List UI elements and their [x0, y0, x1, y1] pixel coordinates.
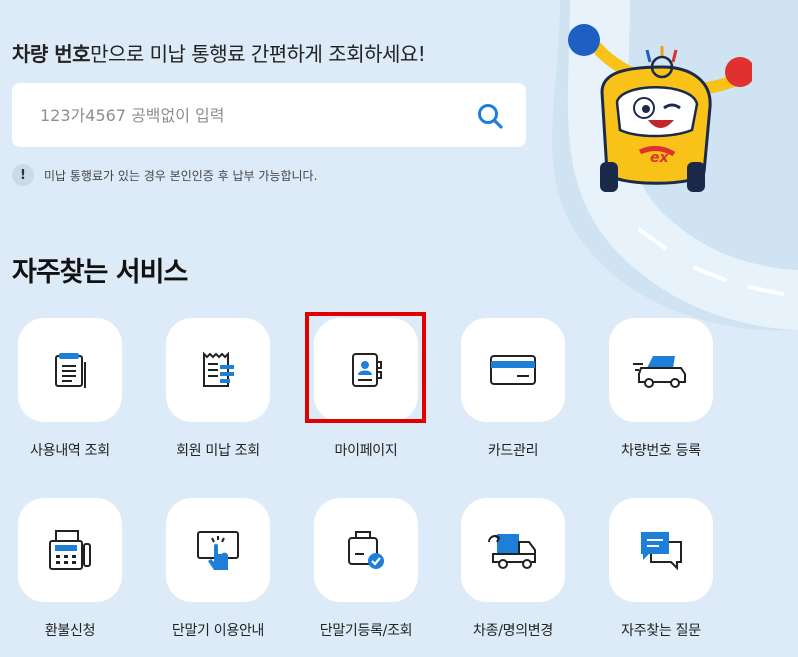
service-label: 환불신청: [44, 623, 96, 639]
service-tile[interactable]: [18, 318, 122, 422]
vehicle-number-input[interactable]: [40, 105, 460, 125]
service-member-unpaid[interactable]: 회원 미납 조회: [166, 318, 270, 460]
service-refund-request[interactable]: 환불신청: [18, 498, 122, 640]
service-label: 차량번호 등록: [621, 443, 701, 459]
service-terminal-guide[interactable]: 단말기 이용안내: [166, 498, 270, 640]
service-label: 단말기등록/조회: [319, 623, 413, 639]
service-faq[interactable]: 자주찾는 질문: [609, 498, 713, 640]
service-terminal-register[interactable]: 단말기등록/조회: [314, 498, 418, 640]
service-card-management[interactable]: 카드관리: [461, 318, 565, 460]
service-tile[interactable]: [314, 498, 418, 602]
section-title: 자주찾는 서비스: [12, 257, 188, 288]
service-usage-history[interactable]: 사용내역 조회: [18, 318, 122, 460]
notice-text: 미납 통행료가 있는 경우 본인인증 후 납부 가능합니다.: [44, 168, 318, 183]
headline-rest: 만으로 미납 통행료 간편하게 조회하세요!: [90, 42, 426, 66]
page-headline: 차량 번호만으로 미납 통행료 간편하게 조회하세요!: [12, 38, 426, 67]
fax-refund-icon: [49, 530, 91, 570]
service-label: 마이페이지: [334, 443, 398, 459]
touch-terminal-icon: [197, 531, 239, 570]
service-label: 사용내역 조회: [30, 443, 110, 459]
service-vehicle-type-change[interactable]: 차종/명의변경: [461, 498, 565, 640]
clipboard-list-icon: [55, 353, 86, 388]
truck-change-icon: [488, 534, 536, 569]
profile-book-icon: [352, 353, 382, 387]
service-label: 단말기 이용안내: [171, 623, 265, 639]
service-tile[interactable]: [461, 318, 565, 422]
headline-bold: 차량 번호: [12, 42, 91, 66]
receipt-icon: [203, 351, 234, 387]
service-tile[interactable]: [166, 318, 270, 422]
service-tile[interactable]: [609, 318, 713, 422]
search-icon[interactable]: [476, 102, 504, 130]
service-tile[interactable]: [18, 498, 122, 602]
service-label: 자주찾는 질문: [621, 623, 701, 639]
service-tile[interactable]: [609, 498, 713, 602]
service-tile[interactable]: [461, 498, 565, 602]
service-label: 카드관리: [487, 443, 539, 459]
mascot-ex-logo: ex: [650, 150, 669, 166]
service-tile[interactable]: [166, 498, 270, 602]
service-label: 차종/명의변경: [473, 623, 553, 639]
mascot-car-illustration: ex: [568, 24, 752, 192]
chat-faq-icon: [641, 532, 682, 571]
car-register-icon: [633, 356, 686, 388]
service-vehicle-register[interactable]: 차량번호 등록: [609, 318, 713, 460]
device-check-icon: [348, 531, 384, 569]
service-my-page[interactable]: 마이페이지: [314, 318, 418, 460]
vehicle-number-search-box: [12, 83, 526, 147]
service-label: 회원 미납 조회: [176, 443, 260, 459]
credit-card-icon: [490, 355, 536, 385]
exclamation-icon: !: [12, 164, 34, 186]
service-tile[interactable]: [314, 318, 418, 422]
notice-message: ! 미납 통행료가 있는 경우 본인인증 후 납부 가능합니다.: [12, 164, 317, 186]
